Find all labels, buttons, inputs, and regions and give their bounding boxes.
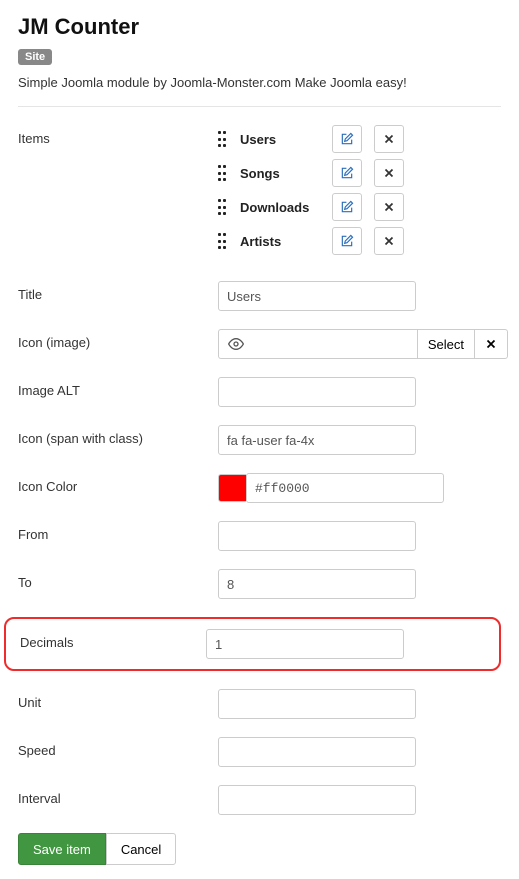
clear-image-button[interactable]: [474, 329, 508, 359]
drag-handle-icon[interactable]: [218, 131, 228, 147]
edit-button[interactable]: [332, 227, 362, 255]
interval-input[interactable]: [218, 785, 416, 815]
item-name: Songs: [240, 166, 320, 181]
list-item: Users: [218, 125, 501, 153]
title-input[interactable]: [218, 281, 416, 311]
edit-button[interactable]: [332, 193, 362, 221]
label-icon-color: Icon Color: [18, 473, 218, 494]
label-icon-image: Icon (image): [18, 329, 218, 350]
delete-button[interactable]: [374, 227, 404, 255]
color-swatch[interactable]: [218, 474, 246, 502]
drag-handle-icon[interactable]: [218, 233, 228, 249]
select-image-button[interactable]: Select: [417, 329, 474, 359]
image-alt-input[interactable]: [218, 377, 416, 407]
list-item: Artists: [218, 227, 501, 255]
label-unit: Unit: [18, 689, 218, 710]
label-image-alt: Image ALT: [18, 377, 218, 398]
drag-handle-icon[interactable]: [218, 165, 228, 181]
divider: [18, 106, 501, 107]
icon-color-input[interactable]: [246, 473, 444, 503]
list-item: Songs: [218, 159, 501, 187]
eye-icon[interactable]: [218, 329, 252, 359]
drag-handle-icon[interactable]: [218, 199, 228, 215]
speed-input[interactable]: [218, 737, 416, 767]
item-name: Users: [240, 132, 320, 147]
unit-input[interactable]: [218, 689, 416, 719]
label-decimals: Decimals: [6, 629, 206, 650]
delete-button[interactable]: [374, 193, 404, 221]
decimals-highlight: Decimals: [4, 617, 501, 671]
page-title: JM Counter: [18, 14, 501, 40]
items-list: Users Songs Downloads Artists: [218, 125, 501, 261]
label-items: Items: [18, 125, 218, 146]
list-item: Downloads: [218, 193, 501, 221]
icon-span-input[interactable]: [218, 425, 416, 455]
icon-image-input[interactable]: [252, 329, 417, 359]
edit-button[interactable]: [332, 125, 362, 153]
delete-button[interactable]: [374, 159, 404, 187]
from-input[interactable]: [218, 521, 416, 551]
item-name: Downloads: [240, 200, 320, 215]
item-name: Artists: [240, 234, 320, 249]
label-speed: Speed: [18, 737, 218, 758]
label-icon-span: Icon (span with class): [18, 425, 218, 446]
label-title: Title: [18, 281, 218, 302]
site-badge: Site: [18, 49, 52, 65]
save-button[interactable]: Save item: [18, 833, 106, 865]
to-input[interactable]: [218, 569, 416, 599]
label-interval: Interval: [18, 785, 218, 806]
module-description: Simple Joomla module by Joomla-Monster.c…: [18, 75, 501, 90]
edit-button[interactable]: [332, 159, 362, 187]
decimals-input[interactable]: [206, 629, 404, 659]
label-to: To: [18, 569, 218, 590]
delete-button[interactable]: [374, 125, 404, 153]
cancel-button[interactable]: Cancel: [106, 833, 176, 865]
label-from: From: [18, 521, 218, 542]
